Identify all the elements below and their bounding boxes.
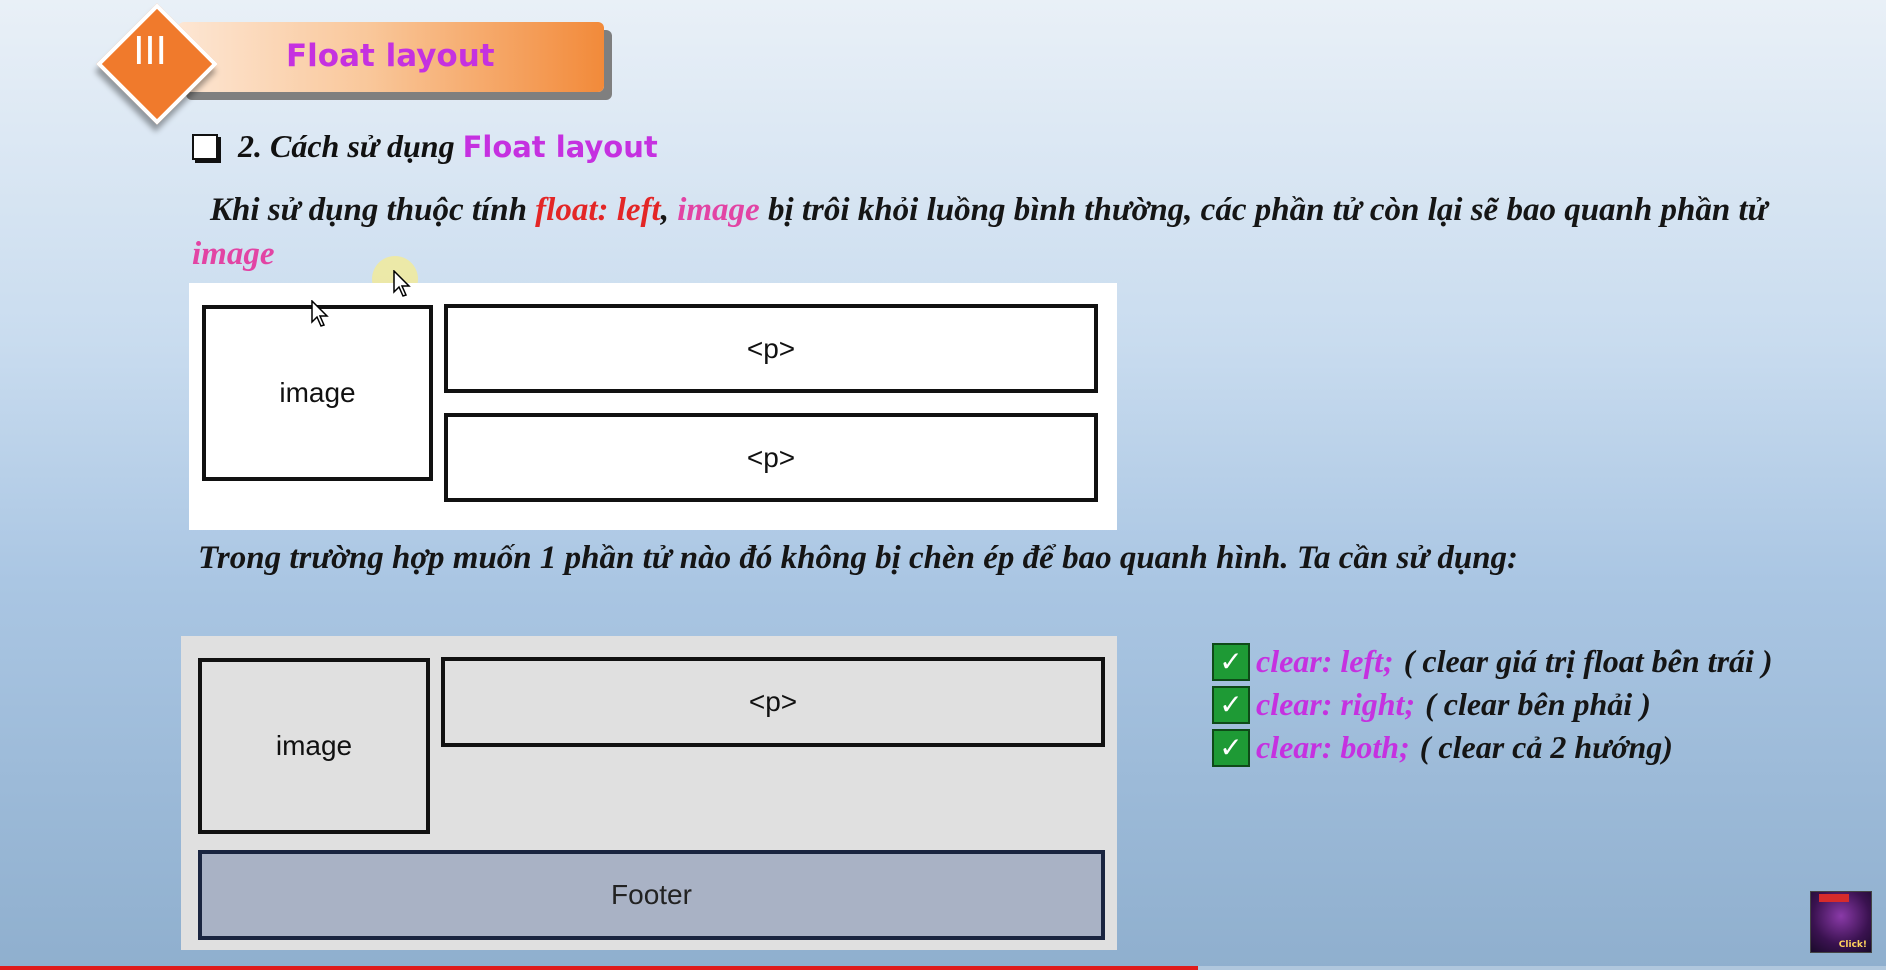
paragraph-box-label: <p> (746, 441, 796, 473)
paragraph-box-label: <p> (746, 332, 796, 364)
clear-options-list: ✓ clear: left; ( clear giá trị float bên… (1212, 640, 1773, 769)
para1-comma: , (660, 192, 669, 228)
slide-title: Float layout (286, 38, 495, 74)
section-heading: 2. Cách sử dụng Float layout (192, 128, 658, 165)
image-box: image (202, 305, 433, 481)
clear-option: ✓ clear: both; ( clear cả 2 hướng) (1212, 726, 1773, 769)
channel-watermark[interactable]: Click! (1810, 891, 1872, 953)
float-description: Khi sử dụng thuộc tính float: left, imag… (192, 188, 1792, 276)
checkmark-icon: ✓ (1212, 642, 1250, 681)
footer-box: Footer (198, 850, 1105, 940)
subscribe-badge (1819, 894, 1849, 902)
clear-code: clear: left; (1256, 643, 1394, 679)
clear-description: Trong trường hợp muốn 1 phần tử nào đó k… (198, 540, 1519, 576)
heading-accent: Float layout (462, 129, 658, 164)
section-number-badge: III (96, 3, 218, 125)
paragraph-box: <p> (441, 657, 1105, 747)
image-box: image (198, 658, 430, 834)
watermark-label: Click! (1838, 940, 1867, 950)
image-keyword-2: image (192, 236, 275, 272)
clear-option: ✓ clear: right; ( clear bên phải ) (1212, 683, 1773, 726)
clear-diagram: image <p> Footer (181, 636, 1117, 950)
section-number: III (133, 29, 167, 73)
para1-intro: Khi sử dụng thuộc tính (210, 192, 527, 228)
para1-body: bị trôi khỏi luồng bình thường, các phần… (767, 192, 1768, 228)
clear-desc: ( clear bên phải ) (1425, 686, 1651, 722)
checkmark-icon: ✓ (1212, 728, 1250, 767)
image-box-label: image (279, 377, 356, 408)
clear-code: clear: right; (1256, 686, 1416, 722)
paragraph-box: <p> (444, 413, 1098, 502)
paragraph-box-label: <p> (748, 686, 798, 717)
footer-box-label: Footer (611, 879, 692, 910)
checkmark-icon: ✓ (1212, 685, 1250, 724)
clear-code: clear: both; (1256, 729, 1410, 765)
image-keyword: image (677, 192, 760, 228)
float-left-code: float: left (535, 192, 661, 228)
square-bullet-icon (192, 133, 218, 160)
mouse-pointer-icon (393, 270, 411, 297)
heading-prefix: 2. Cách sử dụng (238, 128, 455, 164)
mouse-pointer-icon (311, 300, 329, 327)
image-box-label: image (275, 730, 353, 761)
video-progress-fill (0, 966, 1198, 970)
clear-desc: ( clear giá trị float bên trái ) (1403, 643, 1773, 679)
clear-option: ✓ clear: left; ( clear giá trị float bên… (1212, 640, 1773, 683)
clear-desc: ( clear cả 2 hướng) (1419, 729, 1673, 765)
paragraph-box: <p> (444, 304, 1098, 393)
